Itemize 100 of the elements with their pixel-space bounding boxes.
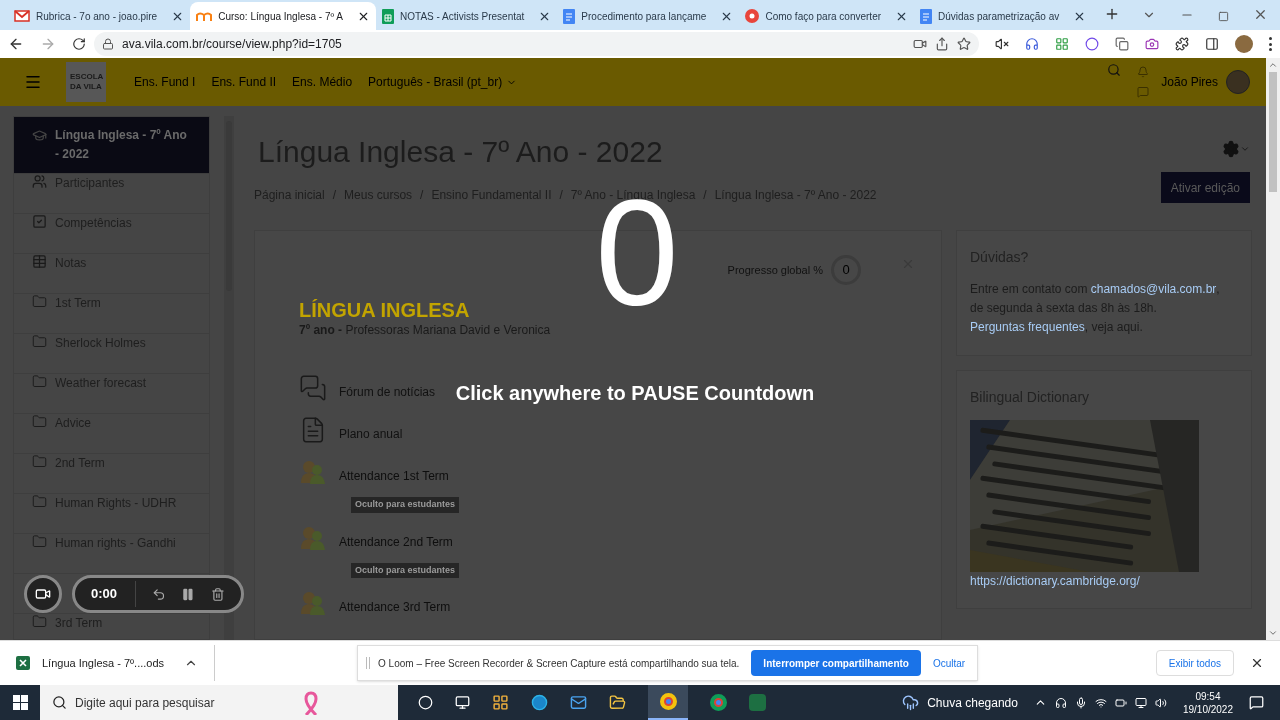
link[interactable]: https://dictionary.cambridge.org/ xyxy=(970,572,1238,590)
download-filename[interactable]: Língua Inglesa - 7º....ods xyxy=(42,654,165,672)
mute-icon[interactable] xyxy=(995,37,1009,51)
language-menu[interactable]: Português - Brasil (pt_br) xyxy=(368,73,518,91)
folder-icon xyxy=(32,334,47,349)
grid-icon[interactable] xyxy=(1055,37,1069,51)
microphone-icon[interactable] xyxy=(1074,696,1087,709)
lock-icon xyxy=(102,38,114,50)
show-all-button[interactable]: Exibir todos xyxy=(1155,650,1234,676)
folder-icon xyxy=(32,294,47,309)
link[interactable]: Perguntas frequentes xyxy=(970,318,1085,337)
search-field[interactable]: Digite aqui para pesquisar xyxy=(40,685,398,720)
progress-ring: 0 xyxy=(831,255,861,285)
nav-link[interactable]: Ens. Médio xyxy=(292,73,353,91)
avatar[interactable] xyxy=(1235,35,1253,53)
address-bar[interactable]: ava.vila.com.br/course/view.php?id=1705 xyxy=(94,32,979,56)
battery-icon[interactable] xyxy=(1114,696,1127,709)
hidden-badge: Oculto para estudantes xyxy=(351,497,460,513)
camera-icon[interactable] xyxy=(1145,37,1159,51)
reload-icon[interactable] xyxy=(72,37,86,51)
headphones-icon[interactable] xyxy=(1025,37,1039,51)
tab-title: Dúvidas parametrização av xyxy=(938,9,1060,24)
hidden-badge: Oculto para estudantes xyxy=(351,562,460,578)
search-icon[interactable] xyxy=(1107,63,1122,77)
chat-icon xyxy=(299,374,327,402)
mail-icon[interactable] xyxy=(570,694,587,711)
cortana-icon[interactable] xyxy=(418,695,433,710)
chrome-app-icon[interactable] xyxy=(648,685,688,720)
breadcrumb-separator: / xyxy=(559,187,563,204)
sidebar-item[interactable]: Língua Inglesa - 7º Ano - 2022 xyxy=(14,117,209,174)
breadcrumb-separator: / xyxy=(332,187,337,204)
countdown-message: Click anywhere to PAUSE Countdown xyxy=(454,381,816,406)
tab-title: Como faço para converter xyxy=(765,9,882,24)
tab-title: Curso: Língua Inglesa - 7º A xyxy=(218,9,344,24)
menu-icon[interactable] xyxy=(1269,37,1272,51)
undo-icon[interactable] xyxy=(151,586,166,602)
browser-tab[interactable]: NOTAS - Activists Presentat xyxy=(376,2,558,30)
camera-icon[interactable] xyxy=(913,37,927,51)
folder-icon xyxy=(32,494,47,509)
browser-tab[interactable]: Dúvidas parametrização av xyxy=(914,2,1093,30)
maximize-icon[interactable] xyxy=(1218,11,1229,22)
notifications-icon[interactable] xyxy=(1249,695,1264,710)
display-icon[interactable] xyxy=(1134,696,1147,709)
scroll-down-icon[interactable] xyxy=(1268,628,1278,638)
banner-title: LÍNGUA INGLESA xyxy=(299,299,471,321)
link[interactable]: chamados@vila.com.br xyxy=(1090,280,1217,299)
circle-icon[interactable] xyxy=(1085,37,1099,51)
folder-icon[interactable] xyxy=(609,694,626,711)
activity-link[interactable]: Attendance 1st Term xyxy=(339,467,449,485)
side-panel-icon[interactable] xyxy=(1205,37,1219,51)
task-view-icon[interactable] xyxy=(455,695,470,710)
clock[interactable]: 09:54 19/10/2022 xyxy=(1182,689,1233,716)
rain-cloud-icon[interactable] xyxy=(902,694,920,711)
folder-icon xyxy=(32,534,47,549)
drag-handle-icon[interactable] xyxy=(366,657,371,669)
stop-sharing-button[interactable]: Interromper compartilhamento xyxy=(751,650,921,676)
puzzle-icon[interactable] xyxy=(1175,37,1189,51)
people-icon xyxy=(299,590,327,616)
search-icon xyxy=(52,695,67,710)
pause-icon[interactable] xyxy=(181,586,196,602)
search-placeholder: Digite aqui para pesquisar xyxy=(75,694,215,712)
scroll-up-icon[interactable] xyxy=(1268,60,1278,70)
browser-tab[interactable]: Procedimento para lançame xyxy=(557,2,740,30)
tab-title: Procedimento para lançame xyxy=(581,9,707,24)
logo-text: ESCOLA xyxy=(70,72,102,82)
logo[interactable]: ESCOLA DA VILA xyxy=(66,62,106,102)
copy-icon[interactable] xyxy=(1115,37,1129,51)
star-icon[interactable] xyxy=(957,37,971,51)
store-icon[interactable] xyxy=(492,694,509,711)
share-notice-text: O Loom – Free Screen Recorder & Screen Capture está compartilhando sua tela. xyxy=(378,656,740,671)
url-text: ava.vila.com.br/course/view.php?id=1705 xyxy=(122,36,343,53)
browser-tab[interactable]: Como faço para converter xyxy=(739,2,915,30)
volume-icon[interactable] xyxy=(1154,696,1167,709)
camera-button[interactable] xyxy=(24,575,62,613)
checkbox-icon xyxy=(32,214,47,229)
nav-link[interactable]: Ens. Fund II xyxy=(211,73,277,91)
headset-icon[interactable] xyxy=(1054,696,1067,709)
close-icon[interactable] xyxy=(1250,656,1264,670)
mail-icon xyxy=(14,10,30,22)
user-name[interactable]: João Pires xyxy=(1161,73,1218,91)
people-icon xyxy=(299,459,327,485)
back-icon[interactable] xyxy=(8,36,24,52)
tab-title: NOTAS - Activists Presentat xyxy=(400,9,525,24)
share-icon[interactable] xyxy=(935,37,949,51)
breadcrumb-separator: / xyxy=(703,187,707,204)
graduation-cap-icon xyxy=(32,128,47,143)
wifi-icon[interactable] xyxy=(1094,696,1107,709)
browser-tab[interactable]: Rubrica - 7o ano - joao.pire xyxy=(8,2,191,30)
browser-tab[interactable]: Curso: Língua Inglesa - 7º A xyxy=(190,2,377,30)
scrollbar-thumb[interactable] xyxy=(1269,72,1277,192)
weather-text[interactable]: Chuva chegando xyxy=(927,693,1018,712)
activity-link[interactable]: Attendance 3rd Term xyxy=(339,598,451,616)
recording-time: 0:00 xyxy=(91,585,119,604)
activity-link[interactable]: Attendance 2nd Term xyxy=(339,532,453,551)
nav-link[interactable]: Ens. Fund I xyxy=(134,73,196,91)
trash-icon[interactable] xyxy=(211,586,225,602)
edit-mode-button[interactable]: Ativar edição xyxy=(1160,172,1250,203)
chrome-app-icon[interactable] xyxy=(710,694,727,711)
hide-link[interactable]: Ocultar xyxy=(928,655,970,671)
ribbon-icon xyxy=(304,690,318,715)
